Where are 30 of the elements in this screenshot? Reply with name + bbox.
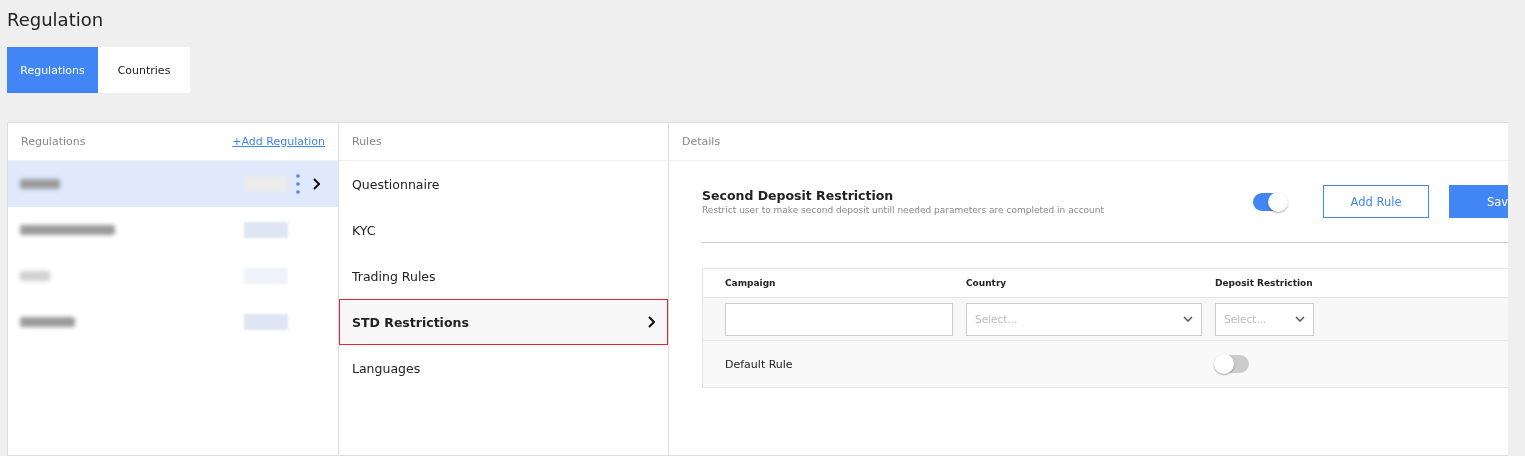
add-regulation-link[interactable]: +Add Regulation: [232, 135, 325, 148]
regulation-row[interactable]: [8, 161, 338, 207]
redacted-badge: [244, 222, 288, 238]
chevron-right-icon: [647, 316, 655, 328]
action-button[interactable]: Sav: [1449, 185, 1508, 218]
panel-header: Regulations: [21, 135, 86, 148]
chevron-right-icon: [312, 178, 320, 190]
redacted-text: [20, 271, 50, 281]
column-header: Deposit Restriction: [1215, 278, 1314, 288]
section-title: Second Deposit Restriction: [702, 188, 895, 203]
chevron-down-icon: [1295, 316, 1305, 322]
panel-header: Rules: [352, 135, 382, 148]
tab[interactable]: Countries: [98, 47, 190, 93]
redacted-badge: [244, 314, 288, 330]
redacted-text: [20, 317, 75, 327]
chevron-down-icon: [1183, 316, 1193, 322]
campaign-input[interactable]: [725, 302, 953, 336]
toggle-switch[interactable]: [1253, 192, 1287, 211]
more-vertical-icon[interactable]: [296, 174, 300, 194]
rule-item[interactable]: STD Restrictions: [339, 299, 668, 345]
page-title: Regulation: [7, 9, 105, 30]
action-button[interactable]: Add Rule: [1323, 185, 1429, 218]
default-rule-label: Default Rule: [725, 357, 794, 371]
panel-header: Details: [682, 135, 721, 148]
tab[interactable]: Regulations: [7, 47, 98, 93]
column-header: Country: [966, 278, 1008, 288]
column-header: Campaign: [725, 278, 777, 288]
toggle-switch[interactable]: [1215, 355, 1249, 373]
section-description: Restrict user to make second deposit untill needed parameters are completed in account: [702, 205, 1106, 215]
redacted-text: [20, 179, 60, 189]
